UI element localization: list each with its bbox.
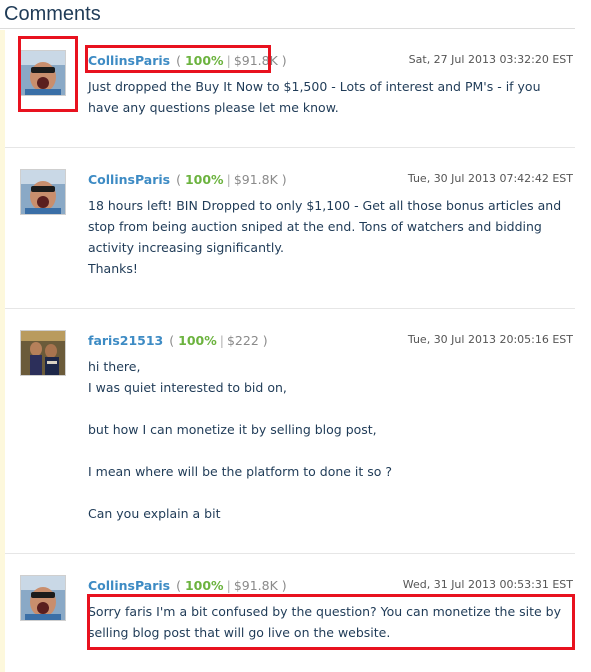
comment-line: I mean where will be the platform to don… <box>88 464 393 479</box>
comment-body: hi there, I was quiet interested to bid … <box>88 356 566 524</box>
comment-body: 18 hours left! BIN Dropped to only $1,10… <box>88 195 566 279</box>
comment-date: Sat, 27 Jul 2013 03:32:20 EST <box>408 53 573 66</box>
avatar-image <box>21 331 65 375</box>
comment-line: but how I can monetize it by selling blo… <box>88 422 377 437</box>
username-link[interactable]: CollinsParis <box>88 172 170 187</box>
comment-date: Wed, 31 Jul 2013 00:53:31 EST <box>402 578 573 591</box>
user-stats: ( 100% | $222 ) <box>169 332 268 348</box>
avatar-image <box>21 170 65 214</box>
comment-line: I was quiet interested to bid on, <box>88 380 287 395</box>
highlight-box-avatar <box>18 36 78 112</box>
comment-divider <box>5 147 575 148</box>
comment-line: Thanks! <box>88 261 138 276</box>
user-stats: ( 100% | $91.8K ) <box>176 577 287 593</box>
highlight-box-username <box>85 45 271 73</box>
avatar-faris21513[interactable] <box>20 330 66 376</box>
comment-divider <box>5 553 575 554</box>
left-accent-bar <box>0 30 5 672</box>
comment-date: Tue, 30 Jul 2013 20:05:16 EST <box>407 333 573 346</box>
username-link[interactable]: faris21513 <box>88 333 163 348</box>
comment-header: faris21513 ( 100% | $222 ) <box>88 330 268 350</box>
comment-line: 18 hours left! BIN Dropped to only $1,10… <box>88 198 562 255</box>
sales-amount: $91.8K <box>233 171 278 187</box>
comment-blank-line <box>88 398 566 419</box>
title-divider <box>0 28 575 29</box>
highlight-box-reply <box>87 594 575 650</box>
username-link[interactable]: CollinsParis <box>88 578 170 593</box>
avatar-collinsparis[interactable] <box>20 169 66 215</box>
rating-percent: 100% <box>184 577 224 593</box>
comment-blank-line <box>88 482 566 503</box>
comment-blank-line <box>88 440 566 461</box>
sales-amount: $91.8K <box>233 577 278 593</box>
comment-header: CollinsParis ( 100% | $91.8K ) <box>88 169 287 189</box>
comment-line: hi there, <box>88 359 141 374</box>
comment-body: Just dropped the Buy It Now to $1,500 - … <box>88 76 566 118</box>
rating-percent: 100% <box>184 171 224 187</box>
user-stats: ( 100% | $91.8K ) <box>176 171 287 187</box>
section-title: Comments <box>4 3 101 25</box>
comment-divider <box>5 308 575 309</box>
rating-percent: 100% <box>178 332 217 348</box>
comment-header: CollinsParis ( 100% | $91.8K ) <box>88 575 287 595</box>
avatar-collinsparis[interactable] <box>20 575 66 621</box>
comment-date: Tue, 30 Jul 2013 07:42:42 EST <box>407 172 573 185</box>
comment-line: Can you explain a bit <box>88 506 221 521</box>
sales-amount: $222 <box>226 332 259 348</box>
comment-line: Just dropped the Buy It Now to $1,500 - … <box>88 79 541 115</box>
avatar-image <box>21 576 65 620</box>
